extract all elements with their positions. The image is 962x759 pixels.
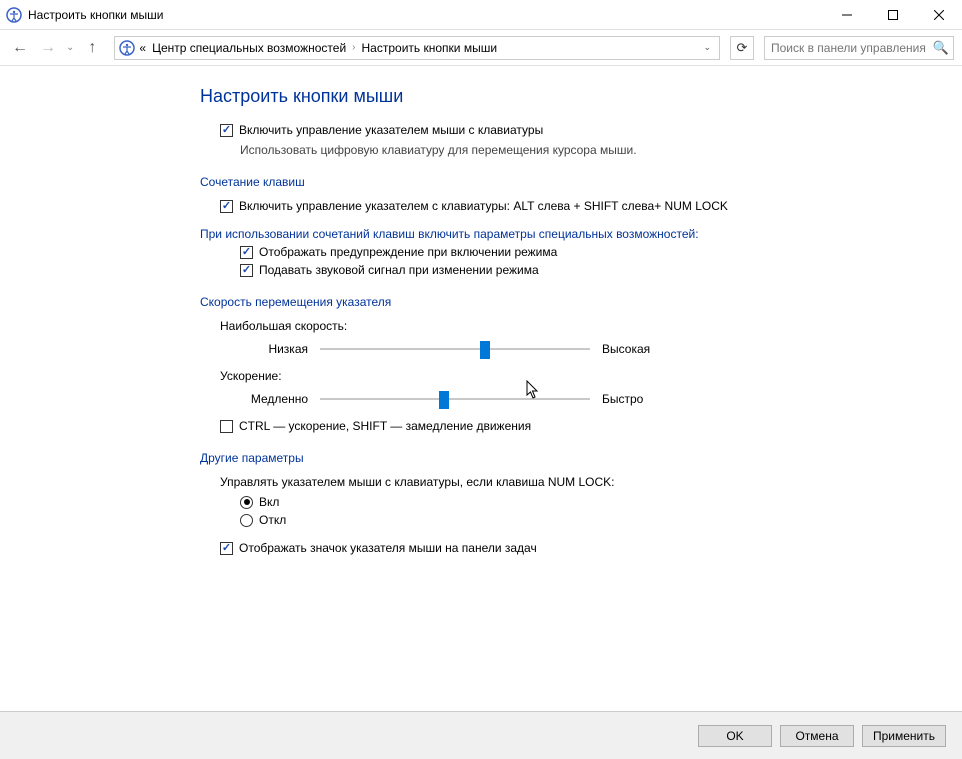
navbar: ← → ⌄ ↑ « Центр специальных возможностей…: [0, 30, 962, 66]
forward-button[interactable]: →: [36, 36, 60, 60]
max-speed-label: Наибольшая скорость:: [220, 319, 962, 333]
max-speed-low: Низкая: [240, 342, 320, 356]
numlock-on-label: Вкл: [259, 495, 279, 509]
numlock-off-radio[interactable]: [240, 514, 253, 527]
accel-thumb[interactable]: [439, 391, 449, 409]
shortcut-warn-checkbox[interactable]: [240, 246, 253, 259]
shortcut-enable-checkbox[interactable]: [220, 200, 233, 213]
accel-slider-row: Медленно Быстро: [240, 389, 962, 409]
shortcut-sound-label: Подавать звуковой сигнал при изменении р…: [259, 263, 539, 277]
breadcrumb-seg-1[interactable]: Центр специальных возможностей: [150, 41, 348, 55]
ctrl-shift-row: CTRL — ускорение, SHIFT — замедление дви…: [220, 419, 962, 433]
ctrl-shift-checkbox[interactable]: [220, 420, 233, 433]
search-icon[interactable]: 🔍: [933, 40, 949, 56]
shortcut-sound-row: Подавать звуковой сигнал при изменении р…: [240, 263, 962, 277]
breadcrumb[interactable]: « Центр специальных возможностей › Настр…: [114, 36, 720, 60]
enable-mouse-keys-desc: Использовать цифровую клавиатуру для пер…: [240, 143, 962, 157]
close-button[interactable]: [916, 0, 962, 30]
ok-button[interactable]: OK: [698, 725, 772, 747]
search-input[interactable]: [769, 40, 933, 56]
ctrl-shift-label: CTRL — ускорение, SHIFT — замедление дви…: [239, 419, 531, 433]
accel-slow: Медленно: [240, 392, 320, 406]
section-speed-header: Скорость перемещения указателя: [200, 295, 962, 309]
apply-button[interactable]: Применить: [862, 725, 946, 747]
max-speed-thumb[interactable]: [480, 341, 490, 359]
shortcut-sound-checkbox[interactable]: [240, 264, 253, 277]
ease-of-access-icon: [6, 7, 22, 23]
numlock-on-row: Вкл: [240, 495, 962, 509]
content: Настроить кнопки мыши Включить управлени…: [0, 66, 962, 711]
shortcut-warn-row: Отображать предупреждение при включении …: [240, 245, 962, 259]
accel-fast: Быстро: [590, 392, 670, 406]
breadcrumb-dropdown[interactable]: ⌄: [699, 42, 715, 53]
max-speed-slider-row: Низкая Высокая: [240, 339, 962, 359]
enable-mouse-keys-label: Включить управление указателем мыши с кл…: [239, 123, 543, 137]
breadcrumb-prefix: «: [137, 41, 148, 55]
up-button[interactable]: ↑: [80, 36, 104, 60]
section-shortcut-header: Сочетание клавиш: [200, 175, 962, 189]
tray-icon-row: Отображать значок указателя мыши на пане…: [220, 541, 962, 555]
refresh-button[interactable]: ⟳: [730, 36, 754, 60]
numlock-off-label: Откл: [259, 513, 286, 527]
breadcrumb-icon: [119, 40, 135, 56]
window-title: Настроить кнопки мыши: [28, 8, 824, 22]
shortcut-subhead: При использовании сочетаний клавиш включ…: [200, 227, 962, 241]
numlock-label: Управлять указателем мыши с клавиатуры, …: [220, 475, 962, 489]
breadcrumb-seg-2[interactable]: Настроить кнопки мыши: [360, 41, 500, 55]
numlock-on-radio[interactable]: [240, 496, 253, 509]
shortcut-enable-label: Включить управление указателем с клавиат…: [239, 199, 728, 213]
maximize-button[interactable]: [870, 0, 916, 30]
max-speed-slider[interactable]: [320, 339, 590, 359]
enable-mouse-keys-checkbox[interactable]: [220, 124, 233, 137]
back-button[interactable]: ←: [8, 36, 32, 60]
max-speed-high: Высокая: [590, 342, 670, 356]
enable-mouse-keys-row: Включить управление указателем мыши с кл…: [220, 123, 962, 137]
titlebar: Настроить кнопки мыши: [0, 0, 962, 30]
numlock-off-row: Откл: [240, 513, 962, 527]
breadcrumb-sep: ›: [350, 42, 357, 53]
tray-icon-label: Отображать значок указателя мыши на пане…: [239, 541, 537, 555]
page-title: Настроить кнопки мыши: [200, 86, 962, 107]
minimize-button[interactable]: [824, 0, 870, 30]
window-controls: [824, 0, 962, 30]
tray-icon-checkbox[interactable]: [220, 542, 233, 555]
search-box[interactable]: 🔍: [764, 36, 954, 60]
accel-slider[interactable]: [320, 389, 590, 409]
section-other-header: Другие параметры: [200, 451, 962, 465]
history-dropdown[interactable]: ⌄: [66, 42, 74, 53]
shortcut-enable-row: Включить управление указателем с клавиат…: [220, 199, 962, 213]
footer: OK Отмена Применить: [0, 711, 962, 759]
accel-label: Ускорение:: [220, 369, 962, 383]
cancel-button[interactable]: Отмена: [780, 725, 854, 747]
shortcut-warn-label: Отображать предупреждение при включении …: [259, 245, 557, 259]
